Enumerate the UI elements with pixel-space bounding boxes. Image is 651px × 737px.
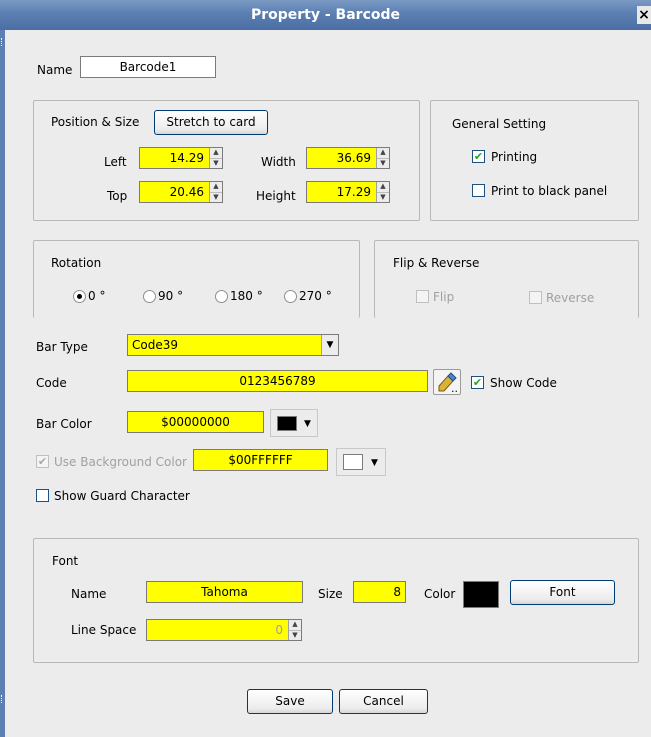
font-color-label: Color — [424, 587, 456, 601]
bar-color-picker[interactable]: ▼ — [270, 409, 318, 437]
rotation-group-label: Rotation — [51, 256, 102, 270]
name-input[interactable]: Barcode1 — [80, 56, 216, 78]
chevron-down-icon[interactable]: ▼ — [371, 458, 378, 468]
code-edit-button[interactable]: .. — [433, 369, 461, 395]
width-input[interactable]: 36.69 ▲ ▼ — [306, 147, 390, 169]
rotation-90-label: 90 ° — [158, 289, 184, 303]
stretch-to-card-button[interactable]: Stretch to card — [154, 110, 268, 135]
line-space-value: 0 — [275, 623, 283, 637]
show-guard-character-label: Show Guard Character — [54, 489, 190, 503]
position-size-group-label: Position & Size — [51, 115, 140, 129]
show-code-label: Show Code — [490, 376, 557, 390]
font-size-input[interactable]: 8 — [353, 581, 406, 603]
reverse-label: Reverse — [546, 291, 595, 305]
width-label: Width — [261, 155, 296, 169]
name-label: Name — [37, 63, 73, 77]
rotation-0-radio[interactable] — [73, 290, 86, 303]
left-value: 14.29 — [169, 151, 204, 165]
top-label: Top — [107, 189, 128, 203]
code-input[interactable]: 0123456789 — [127, 370, 428, 392]
show-guard-character-checkbox[interactable] — [36, 489, 49, 502]
bar-type-select[interactable]: Code39 ▼ — [127, 334, 339, 356]
line-space-input[interactable]: 0 ▲ ▼ — [146, 619, 302, 641]
left-spinner[interactable]: ▲ ▼ — [209, 148, 222, 168]
chevron-down-icon[interactable]: ▼ — [304, 419, 311, 429]
rotation-180-label: 180 ° — [230, 289, 263, 303]
grip-icon — [1, 38, 4, 46]
reverse-checkbox[interactable] — [529, 291, 542, 304]
window-title: Property - Barcode — [250, 7, 401, 23]
flip-reverse-group-label: Flip & Reverse — [393, 256, 480, 270]
height-label: Height — [256, 189, 296, 203]
bar-type-label: Bar Type — [36, 340, 88, 354]
height-input[interactable]: 17.29 ▲ ▼ — [306, 181, 390, 203]
line-space-spinner[interactable]: ▲ ▼ — [288, 620, 301, 640]
close-icon[interactable]: × — [637, 6, 651, 24]
font-color-swatch[interactable] — [463, 581, 499, 608]
flip-checkbox[interactable] — [416, 290, 429, 303]
font-name-input[interactable]: Tahoma — [146, 581, 303, 603]
property-barcode-dialog: Property - Barcode × Name Barcode1 Posit… — [0, 0, 651, 737]
general-setting-group-label: General Setting — [452, 117, 547, 131]
spin-up-icon[interactable]: ▲ — [210, 182, 222, 192]
rotation-0-label: 0 ° — [88, 289, 106, 303]
left-input[interactable]: 14.29 ▲ ▼ — [139, 147, 223, 169]
chevron-down-icon[interactable]: ▼ — [321, 335, 338, 355]
spin-down-icon[interactable]: ▼ — [377, 158, 389, 168]
code-label: Code — [36, 376, 67, 390]
background-color-input[interactable]: $00FFFFFF — [193, 449, 328, 471]
bar-type-value: Code39 — [132, 338, 178, 352]
width-spinner[interactable]: ▲ ▼ — [376, 148, 389, 168]
height-value: 17.29 — [336, 185, 371, 199]
window-left-border — [0, 30, 5, 737]
spin-down-icon[interactable]: ▼ — [210, 192, 222, 202]
background-color-picker[interactable]: ▼ — [336, 448, 386, 476]
spin-up-icon[interactable]: ▲ — [377, 148, 389, 158]
printing-checkbox[interactable]: ✔ — [472, 150, 485, 163]
font-button[interactable]: Font — [510, 580, 615, 605]
top-spinner[interactable]: ▲ ▼ — [209, 182, 222, 202]
top-input[interactable]: 20.46 ▲ ▼ — [139, 181, 223, 203]
flip-reverse-group — [374, 240, 639, 318]
cancel-button[interactable]: Cancel — [339, 689, 428, 714]
print-to-black-panel-checkbox[interactable] — [472, 184, 485, 197]
printing-label: Printing — [491, 150, 538, 164]
use-background-color-checkbox[interactable]: ✔ — [36, 455, 49, 468]
rotation-group — [33, 240, 360, 318]
bar-color-input[interactable]: $00000000 — [127, 411, 264, 433]
use-background-color-label: Use Background Color — [54, 455, 187, 469]
spin-down-icon[interactable]: ▼ — [377, 192, 389, 202]
font-name-label: Name — [71, 587, 107, 601]
more-ellipsis: .. — [451, 382, 458, 395]
grip-icon — [1, 695, 4, 703]
spin-up-icon[interactable]: ▲ — [210, 148, 222, 158]
flip-label: Flip — [433, 290, 455, 304]
rotation-270-radio[interactable] — [284, 290, 297, 303]
rotation-270-label: 270 ° — [299, 289, 332, 303]
background-color-swatch — [343, 454, 363, 470]
spin-down-icon[interactable]: ▼ — [289, 630, 301, 640]
top-value: 20.46 — [169, 185, 204, 199]
line-space-label: Line Space — [71, 623, 137, 637]
bar-color-label: Bar Color — [36, 417, 92, 431]
height-spinner[interactable]: ▲ ▼ — [376, 182, 389, 202]
rotation-90-radio[interactable] — [143, 290, 156, 303]
width-value: 36.69 — [336, 151, 371, 165]
spin-down-icon[interactable]: ▼ — [210, 158, 222, 168]
print-to-black-panel-label: Print to black panel — [491, 184, 608, 198]
left-label: Left — [104, 155, 127, 169]
bar-color-swatch — [277, 416, 297, 431]
rotation-180-radio[interactable] — [215, 290, 228, 303]
save-button[interactable]: Save — [247, 689, 333, 714]
show-code-checkbox[interactable]: ✔ — [471, 376, 484, 389]
font-size-label: Size — [318, 587, 343, 601]
font-group-label: Font — [52, 554, 79, 568]
title-bar[interactable]: Property - Barcode × — [0, 0, 651, 30]
spin-up-icon[interactable]: ▲ — [377, 182, 389, 192]
spin-up-icon[interactable]: ▲ — [289, 620, 301, 630]
